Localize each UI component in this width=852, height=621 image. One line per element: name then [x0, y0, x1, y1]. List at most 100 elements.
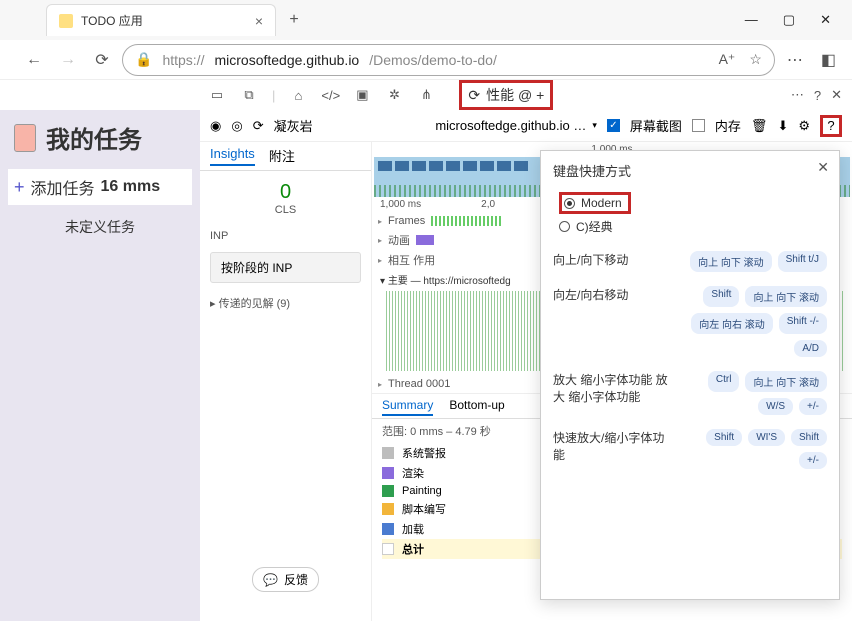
key-chip: Shift	[791, 429, 827, 446]
swatch	[382, 543, 394, 555]
radio-classic[interactable]	[559, 221, 570, 232]
screenshot-checkbox[interactable]: ✓	[607, 119, 620, 132]
elements-icon[interactable]: </>	[321, 88, 339, 103]
sidebar-icon[interactable]: ◧	[815, 50, 842, 70]
shortcut-keys: Shift向上 向下 滚动向左 向右 滚动Shift -/-A/D	[673, 286, 827, 357]
close-tab-icon[interactable]: ×	[255, 13, 263, 29]
url-path: /Demos/demo-to-do/	[369, 52, 497, 68]
tab-insights[interactable]: Insights	[210, 146, 255, 166]
shortcuts-popup: ✕ 键盘快捷方式 Modern C)经典 向上/向下移动向上 向下 滚动Shif…	[540, 150, 840, 600]
download-icon[interactable]: ⬇	[777, 118, 788, 134]
device-icon[interactable]: ⧉	[240, 87, 258, 103]
swatch	[382, 447, 394, 459]
tab-summary[interactable]: Summary	[382, 398, 433, 416]
maximize-icon[interactable]: ▢	[783, 12, 795, 28]
radio-modern-label: Modern	[581, 196, 622, 210]
chat-icon: 💬	[263, 573, 278, 587]
reload-analyze-icon[interactable]: ⟳	[253, 118, 264, 134]
radio-modern[interactable]	[564, 198, 575, 209]
reader-icon[interactable]: A⁺	[719, 51, 736, 68]
insights-tabs: Insights 附注	[200, 142, 371, 171]
radio-classic-row[interactable]: C)经典	[553, 216, 827, 237]
summary-name: 系统警报	[402, 445, 472, 461]
swatch	[382, 485, 394, 497]
url-host: microsoftedge.github.io	[214, 52, 359, 68]
key-chip: +/-	[799, 452, 827, 469]
home-icon[interactable]: ⌂	[289, 88, 307, 103]
feedback-label: 反馈	[284, 571, 308, 588]
devtools-close-icon[interactable]: ✕	[831, 87, 842, 103]
gauge-icon: ⟳	[468, 87, 480, 104]
key-chip: WI'S	[748, 429, 785, 446]
tab-favicon	[59, 14, 73, 28]
tab-bottom-up[interactable]: Bottom-up	[449, 398, 504, 416]
browser-tab[interactable]: TODO 应用 ×	[46, 4, 276, 36]
back-icon[interactable]: ←	[20, 46, 48, 74]
shortcut-section: 向上/向下移动向上 向下 滚动Shift t/J	[553, 251, 827, 272]
minimize-icon[interactable]: —	[745, 12, 758, 28]
demo-app-panel: 我的任务 + 添加任务 16 mms 未定义任务	[0, 110, 200, 621]
inp-by-phase-button[interactable]: 按阶段的 INP	[210, 252, 361, 283]
record-icon[interactable]: ◉	[210, 118, 221, 134]
undefined-task-label: 未定义任务	[8, 217, 192, 237]
new-tab-button[interactable]: +	[280, 6, 308, 34]
settings-icon[interactable]	[798, 118, 810, 134]
radio-modern-row[interactable]: Modern	[553, 190, 827, 216]
key-chip: 向左 向右 滚动	[691, 313, 773, 334]
cls-value: 0	[200, 181, 371, 204]
url-scheme: https://	[162, 52, 204, 68]
swatch	[382, 467, 394, 479]
console-icon[interactable]: ▣	[353, 87, 371, 103]
network-icon[interactable]: ⋔	[417, 87, 435, 103]
shortcut-label: 快速放大/缩小字体功能	[553, 429, 673, 469]
demo-heading-text: 我的任务	[46, 120, 142, 155]
performance-tab[interactable]: ⟳ 性能 @ +	[459, 80, 553, 110]
sources-icon[interactable]: ✲	[385, 87, 403, 103]
screenshot-label: 屏幕截图	[630, 116, 682, 135]
record-toolbar: ◉ ◎ ⟳ 凝灰岩 microsoftedge.github.io … ▾ ✓ …	[200, 110, 852, 142]
passed-insights[interactable]: ▸ 传递的见解 (9)	[200, 289, 371, 317]
shortcuts-help-button[interactable]: ?	[820, 115, 842, 137]
add-task-row[interactable]: + 添加任务 16 mms	[8, 169, 192, 205]
summary-name: Painting	[402, 485, 472, 497]
devtools-help-icon[interactable]: ?	[814, 88, 821, 103]
window-titlebar: TODO 应用 × + — ▢ ✕	[0, 0, 852, 40]
ruler-1000: 1,000 ms	[380, 199, 421, 210]
record-outer-icon[interactable]: ◎	[231, 118, 242, 134]
inspect-icon[interactable]: ▭	[208, 87, 226, 103]
address-bar[interactable]: 🔒 https://microsoftedge.github.io/Demos/…	[122, 44, 775, 76]
shortcut-section: 向左/向右移动Shift向上 向下 滚动向左 向右 滚动Shift -/-A/D	[553, 286, 827, 357]
summary-name: 加载	[402, 521, 472, 537]
more-icon[interactable]: ⋯	[781, 50, 809, 70]
shortcut-keys: 向上 向下 滚动Shift t/J	[673, 251, 827, 272]
insights-panel: Insights 附注 0 CLS INP 按阶段的 INP ▸ 传递的见解 (…	[200, 142, 372, 621]
site-dropdown[interactable]: microsoftedge.github.io …	[435, 118, 586, 133]
add-task-label: 添加任务	[31, 175, 95, 199]
summary-name: 脚本编写	[402, 501, 472, 517]
feedback-button[interactable]: 💬 反馈	[252, 567, 319, 592]
swatch	[382, 523, 394, 535]
radio-classic-label: C)经典	[576, 218, 613, 235]
popup-title: 键盘快捷方式	[553, 161, 827, 180]
summary-name: 渲染	[402, 465, 472, 481]
memory-checkbox[interactable]	[692, 119, 705, 132]
close-window-icon[interactable]: ✕	[820, 12, 831, 28]
add-task-time: 16 mms	[101, 178, 161, 196]
key-chip: 向上 向下 滚动	[745, 286, 827, 307]
plus-icon: +	[14, 177, 25, 198]
tab-annotations[interactable]: 附注	[269, 146, 295, 166]
ruler-2000: 2,0	[481, 199, 495, 210]
key-chip: Shift -/-	[779, 313, 827, 334]
delete-icon[interactable]: 🗑	[751, 118, 768, 134]
reload-icon[interactable]: ⟳	[88, 46, 116, 74]
popup-close-icon[interactable]: ✕	[817, 159, 829, 176]
shortcut-section: 快速放大/缩小字体功能ShiftWI'SShift+/-	[553, 429, 827, 469]
swatch	[382, 503, 394, 515]
devtools-toolbar: ▭ ⧉ | ⌂ </> ▣ ✲ ⋔ ⟳ 性能 @ + ⋯ ? ✕	[0, 80, 852, 110]
devtools-more-icon[interactable]: ⋯	[791, 87, 804, 103]
favorite-icon[interactable]: ☆	[749, 51, 762, 68]
key-chip: 向上 向下 滚动	[745, 371, 827, 392]
shortcut-keys: ShiftWI'SShift+/-	[673, 429, 827, 469]
performance-tab-label: 性能 @ +	[486, 85, 544, 105]
key-chip: A/D	[794, 340, 827, 357]
